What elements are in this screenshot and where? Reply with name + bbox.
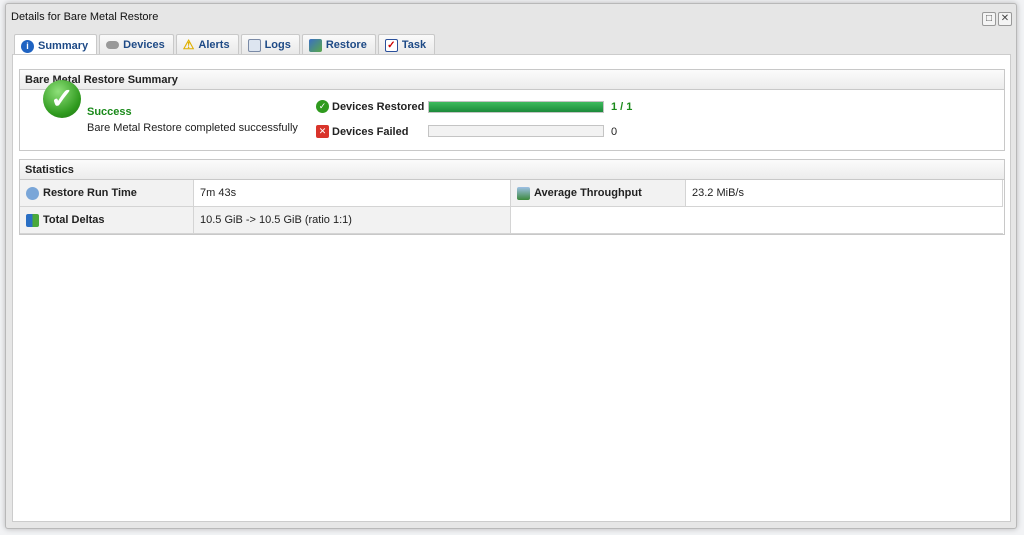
tab-label: Task [401, 39, 427, 51]
restore-icon [308, 38, 322, 52]
tab-label: Summary [38, 40, 89, 52]
label: Restore Run Time [43, 187, 137, 199]
stopwatch-icon [26, 186, 39, 200]
status-message: Bare Metal Restore completed successfull… [87, 122, 298, 134]
dialog-title: Details for Bare Metal Restore [11, 11, 159, 23]
devices-failed-label: Devices Failed [332, 126, 409, 138]
devices-restored-label: Devices Restored [332, 101, 425, 113]
deltas-value: 10.5 GiB -> 10.5 GiB (ratio 1:1) [194, 207, 511, 234]
close-button[interactable]: ✕ [998, 12, 1012, 26]
devices-restored-value: 1 / 1 [611, 101, 633, 113]
tab-bar: i Summary Devices ⚠ Alerts Logs Restore ✓ T… [14, 34, 437, 57]
tab-label: Alerts [198, 39, 230, 51]
tab-label: Devices [123, 39, 165, 51]
progress-fill [429, 102, 603, 112]
run-time-value: 7m 43s [194, 180, 511, 207]
label: Total Deltas [43, 214, 105, 226]
success-check-icon: ✓ [43, 80, 81, 118]
tab-content: Bare Metal Restore Summary ✓ Success Bar… [12, 54, 1011, 522]
tab-logs[interactable]: Logs [240, 34, 300, 55]
tab-devices[interactable]: Devices [99, 34, 174, 55]
statistics-header: Statistics [20, 160, 1004, 180]
deltas-icon [26, 213, 39, 227]
summary-header: Bare Metal Restore Summary [20, 70, 1004, 90]
status-text: Success [87, 106, 132, 118]
summary-panel: Bare Metal Restore Summary ✓ Success Bar… [19, 69, 1005, 151]
label: Average Throughput [534, 187, 642, 199]
tab-restore[interactable]: Restore [301, 34, 376, 55]
tab-label: Logs [264, 39, 291, 51]
details-dialog: Details for Bare Metal Restore □ ✕ i Summ… [5, 3, 1017, 529]
task-icon: ✓ [384, 38, 398, 52]
deltas-label-cell: Total Deltas [20, 207, 194, 234]
warning-icon: ⚠ [182, 37, 195, 52]
empty-cell [511, 207, 1003, 234]
tab-alerts[interactable]: ⚠ Alerts [175, 34, 239, 55]
info-icon: i [21, 39, 34, 53]
error-icon: ✕ [316, 125, 329, 138]
throughput-label-cell: Average Throughput [511, 180, 686, 207]
run-time-label-cell: Restore Run Time [20, 180, 194, 207]
log-icon [247, 38, 261, 52]
check-icon: ✓ [316, 100, 329, 113]
tab-label: Restore [325, 39, 367, 51]
chart-icon [517, 186, 530, 200]
maximize-button[interactable]: □ [982, 12, 996, 26]
tab-task[interactable]: ✓ Task [377, 34, 436, 55]
devices-restored-progress [428, 101, 604, 113]
devices-failed-value: 0 [611, 126, 618, 138]
disk-icon [106, 41, 120, 49]
statistics-panel: Statistics Restore Run Time 7m 43s Avera… [19, 159, 1005, 235]
throughput-value: 23.2 MiB/s [686, 180, 1003, 207]
devices-failed-progress [428, 125, 604, 137]
